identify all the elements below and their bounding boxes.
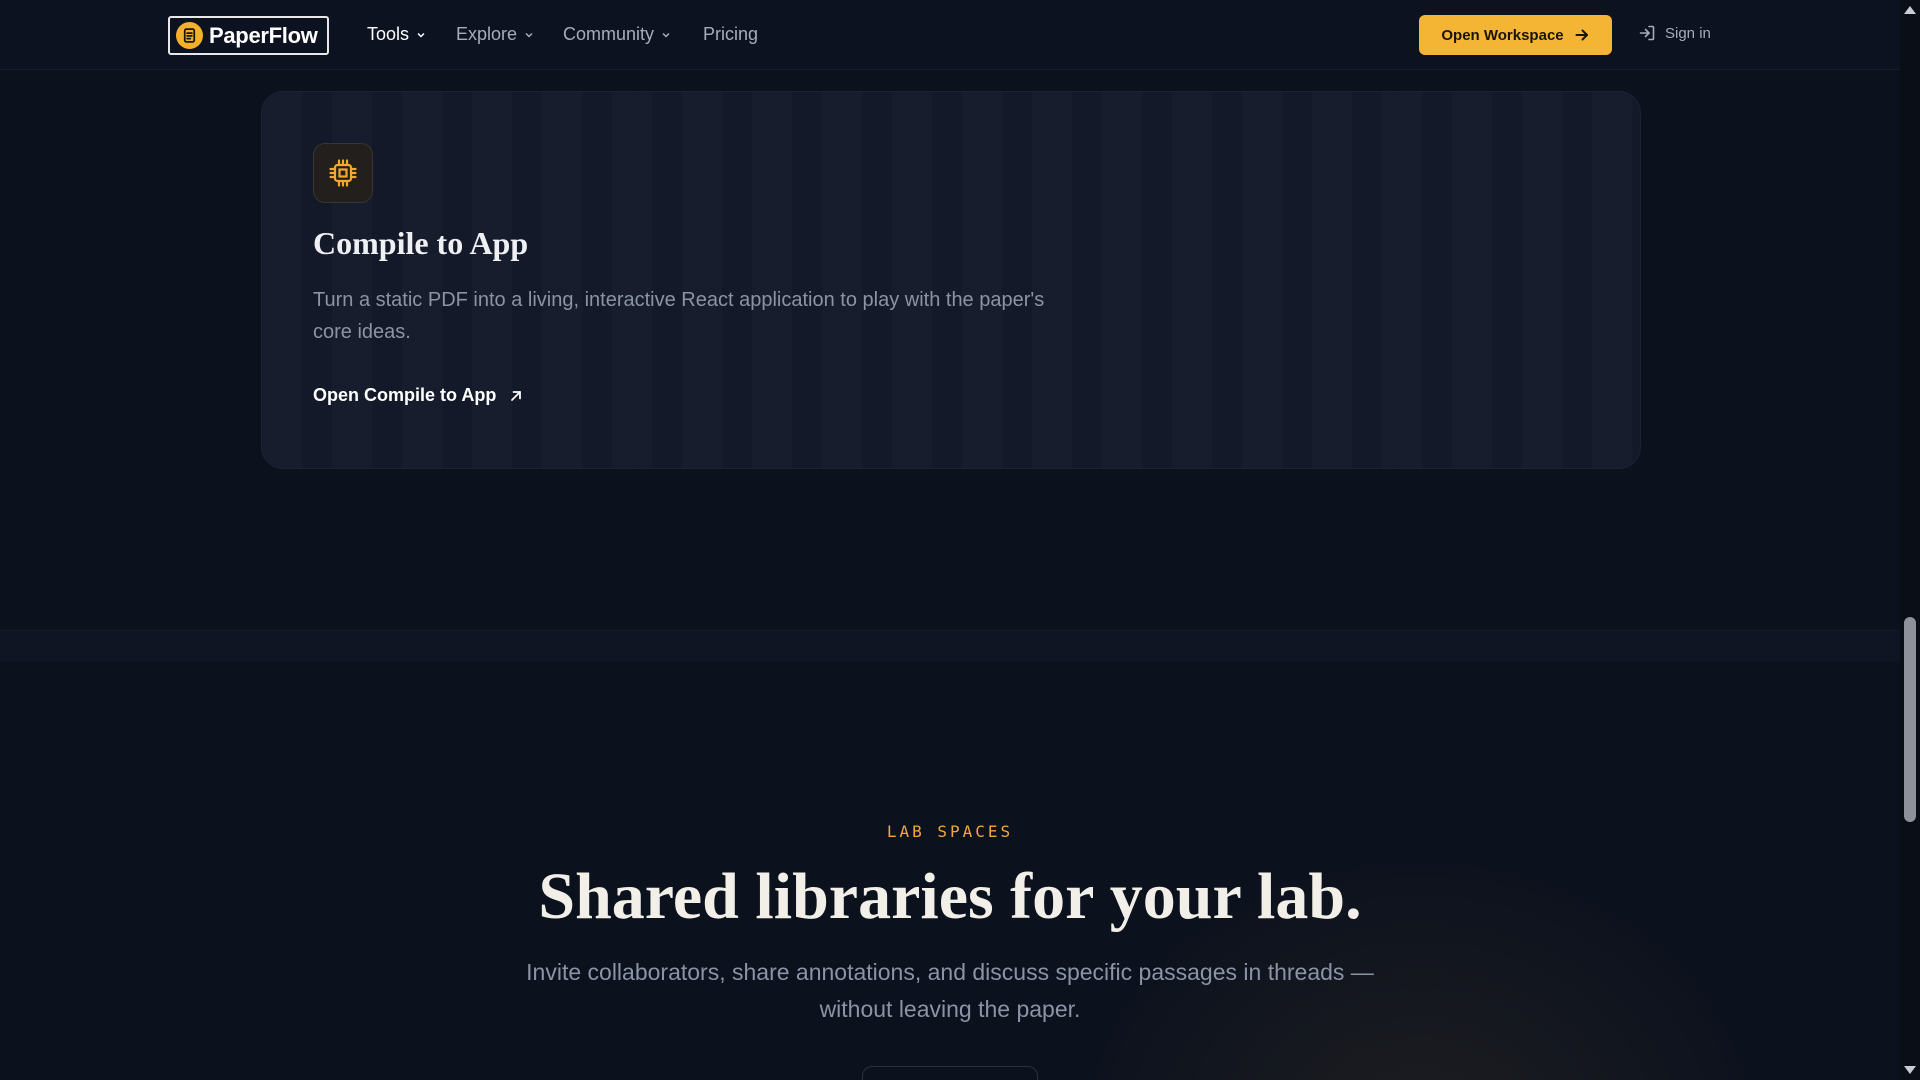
open-workspace-label: Open Workspace: [1441, 26, 1564, 44]
card-description: Turn a static PDF into a living, interac…: [313, 289, 1045, 343]
section-subtext: Invite collaborators, share annotations,…: [526, 959, 1374, 1022]
chevron-down-icon: [662, 32, 670, 38]
cpu-chip-icon: [313, 143, 373, 203]
nav-tools-label: Tools: [367, 24, 410, 44]
nav-community[interactable]: Community: [563, 24, 671, 45]
page-scrollbar[interactable]: [1900, 0, 1920, 1080]
arrow-up-right-icon: [511, 390, 522, 401]
scrollbar-thumb[interactable]: [1904, 617, 1916, 822]
open-compile-to-app-label: Open Compile to App: [313, 385, 497, 405]
arrow-right-icon: [1575, 29, 1588, 41]
compile-to-app-card: Compile to App Turn a static PDF into a …: [261, 91, 1641, 469]
chevron-down-icon: [525, 32, 533, 38]
nav-tools[interactable]: Tools: [367, 24, 426, 45]
sign-in-icon: [1639, 25, 1655, 41]
chevron-down-icon: [417, 32, 425, 38]
open-compile-to-app-link[interactable]: Open Compile to App: [313, 385, 523, 406]
top-nav-bar: PaperFlow Tools Explore Community Pricin…: [0, 0, 1900, 70]
sign-in-label: Sign in: [1665, 24, 1711, 42]
nav-pricing-label: Pricing: [703, 24, 759, 44]
nav-explore[interactable]: Explore: [456, 24, 534, 45]
section-eyebrow: LAB SPACES: [886, 822, 1014, 841]
scroll-down-arrow-icon[interactable]: [1904, 1066, 1916, 1074]
sign-in-link[interactable]: Sign in: [1638, 24, 1711, 42]
scroll-up-arrow-icon[interactable]: [1904, 6, 1916, 14]
section-divider: [0, 630, 1900, 661]
nav-community-label: Community: [563, 24, 655, 44]
nav-pricing[interactable]: Pricing: [703, 24, 758, 45]
card-background-pattern: [262, 92, 1640, 468]
lab-spaces-section: LAB SPACES Shared libraries for your lab…: [0, 661, 1900, 1080]
section-cta-button-partial[interactable]: [862, 1066, 1038, 1080]
nav-explore-label: Explore: [456, 24, 518, 44]
paperflow-logo-icon: [176, 22, 203, 49]
section-headline: Shared libraries for your lab.: [538, 860, 1362, 933]
brand-name: PaperFlow: [209, 22, 318, 48]
card-title: Compile to App: [313, 225, 529, 261]
open-workspace-button[interactable]: Open Workspace: [1419, 15, 1612, 55]
brand-logo[interactable]: PaperFlow: [168, 16, 329, 55]
